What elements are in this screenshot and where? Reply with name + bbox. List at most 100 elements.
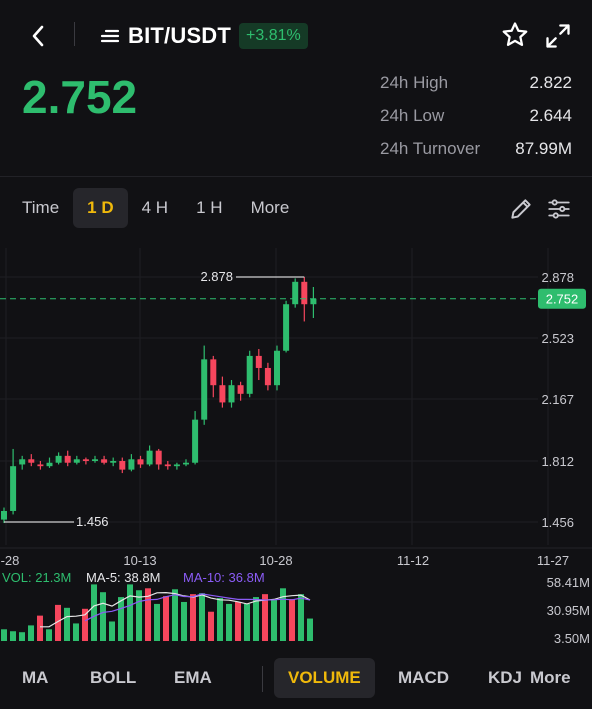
tab-1d[interactable]: 1 D bbox=[73, 188, 128, 228]
volume-bar bbox=[100, 592, 106, 641]
candle bbox=[219, 385, 226, 403]
candle bbox=[292, 281, 299, 305]
candle bbox=[210, 359, 217, 386]
candle bbox=[192, 419, 199, 463]
stat-label: 24h Low bbox=[380, 105, 445, 125]
volume-axis-label: 30.95M bbox=[547, 603, 590, 618]
tab-ma[interactable]: MA bbox=[22, 658, 48, 698]
low-marker-label: 1.456 bbox=[76, 514, 109, 529]
volume-bar bbox=[37, 615, 43, 641]
divider bbox=[74, 22, 75, 46]
stat-row-turnover: 24h Turnover 87.99M bbox=[380, 132, 572, 165]
candle bbox=[101, 459, 108, 463]
tab-more[interactable]: More bbox=[237, 188, 304, 228]
volume-bar bbox=[154, 603, 160, 641]
tab-4h[interactable]: 4 H bbox=[128, 188, 182, 228]
volume-legend-vol: VOL: 21.3M bbox=[2, 570, 71, 585]
candle bbox=[73, 459, 80, 463]
kline-chart[interactable]: 2.878 2.523 2.167 1.812 1.456 2.752 2.878 1.456… bbox=[0, 236, 592, 648]
volume-bar bbox=[253, 597, 259, 641]
volume-bar bbox=[289, 599, 295, 641]
tab-1h[interactable]: 1 H bbox=[182, 188, 236, 228]
last-price: 2.752 bbox=[22, 71, 138, 123]
volume-bar bbox=[172, 589, 178, 641]
volume-axis-label: 58.41M bbox=[547, 575, 590, 590]
stat-row-low: 24h Low 2.644 bbox=[380, 99, 572, 132]
volume-bar bbox=[217, 598, 223, 641]
high-marker-label: 2.878 bbox=[200, 269, 233, 284]
candle bbox=[46, 462, 53, 467]
candle bbox=[301, 281, 308, 305]
price-axis-label: 2.167 bbox=[541, 392, 574, 407]
tab-ema[interactable]: EMA bbox=[174, 658, 212, 698]
stat-value: 2.822 bbox=[529, 72, 572, 92]
indicator-tabs: MA BOLL EMA VOLUME MACD KDJ More bbox=[0, 658, 592, 700]
pair-selector[interactable]: BIT/USDT +3.81% bbox=[100, 20, 308, 52]
candle bbox=[183, 462, 189, 465]
change-percent-badge: +3.81% bbox=[239, 23, 308, 49]
settings-sliders-icon[interactable] bbox=[546, 196, 572, 222]
volume-bar bbox=[136, 590, 142, 641]
date-axis-label: 10-28 bbox=[259, 553, 292, 568]
tab-more-indicators[interactable]: More bbox=[530, 658, 571, 698]
tab-volume[interactable]: VOLUME bbox=[274, 658, 375, 698]
pencil-icon[interactable] bbox=[508, 196, 534, 222]
volume-bar bbox=[19, 632, 25, 641]
candle bbox=[110, 461, 117, 463]
tab-time[interactable]: Time bbox=[8, 188, 73, 228]
volume-bar bbox=[64, 607, 70, 641]
candle bbox=[146, 450, 153, 465]
volume-bar bbox=[109, 621, 115, 641]
candle bbox=[64, 455, 71, 463]
volume-bar bbox=[262, 594, 268, 641]
tab-macd[interactable]: MACD bbox=[398, 658, 449, 698]
back-icon[interactable] bbox=[22, 18, 54, 54]
volume-bar bbox=[235, 601, 241, 641]
candle bbox=[155, 450, 162, 465]
volume-bar bbox=[73, 623, 79, 641]
expand-icon[interactable] bbox=[544, 22, 572, 50]
candle bbox=[128, 459, 135, 470]
volume-bar bbox=[208, 611, 214, 641]
date-axis-label: 10-13 bbox=[123, 553, 156, 568]
candle bbox=[173, 464, 180, 467]
price-axis-label: 2.878 bbox=[541, 270, 574, 285]
interval-tabs: Time 1 D 4 H 1 H More bbox=[8, 188, 303, 228]
candle bbox=[237, 385, 244, 394]
candle bbox=[19, 459, 26, 465]
star-icon[interactable] bbox=[500, 20, 530, 50]
volume-bar bbox=[118, 597, 124, 641]
volume-bar bbox=[163, 596, 169, 641]
stat-label: 24h High bbox=[380, 72, 449, 92]
candle bbox=[246, 355, 253, 394]
volume-bar bbox=[10, 631, 16, 641]
candle bbox=[310, 298, 317, 305]
candle bbox=[28, 459, 35, 463]
candle bbox=[264, 367, 271, 386]
candle bbox=[283, 304, 290, 351]
tab-kdj[interactable]: KDJ bbox=[488, 658, 522, 698]
volume-legend-ma5: MA-5: 38.8M bbox=[86, 570, 160, 585]
volume-bar bbox=[91, 584, 97, 641]
candle bbox=[137, 459, 144, 465]
divider bbox=[262, 666, 263, 692]
volume-bar bbox=[127, 584, 133, 641]
top-bar: BIT/USDT +3.81% bbox=[0, 0, 592, 70]
candle bbox=[10, 466, 17, 511]
volume-bar bbox=[298, 594, 304, 641]
candle bbox=[82, 459, 89, 462]
volume-bar bbox=[190, 594, 196, 641]
candle bbox=[164, 464, 171, 467]
volume-bar bbox=[307, 618, 313, 641]
date-axis-label: -28 bbox=[1, 553, 20, 568]
tab-boll[interactable]: BOLL bbox=[90, 658, 136, 698]
stat-value: 87.99M bbox=[515, 138, 572, 158]
stats-panel: 24h High 2.822 24h Low 2.644 24h Turnove… bbox=[380, 66, 572, 165]
candle bbox=[37, 464, 44, 467]
volume-bar bbox=[28, 625, 34, 641]
current-price-label: 2.752 bbox=[546, 292, 579, 307]
candle bbox=[201, 359, 208, 420]
volume-bar bbox=[46, 629, 52, 641]
pair-title: BIT/USDT bbox=[128, 23, 232, 48]
candle bbox=[55, 455, 62, 463]
